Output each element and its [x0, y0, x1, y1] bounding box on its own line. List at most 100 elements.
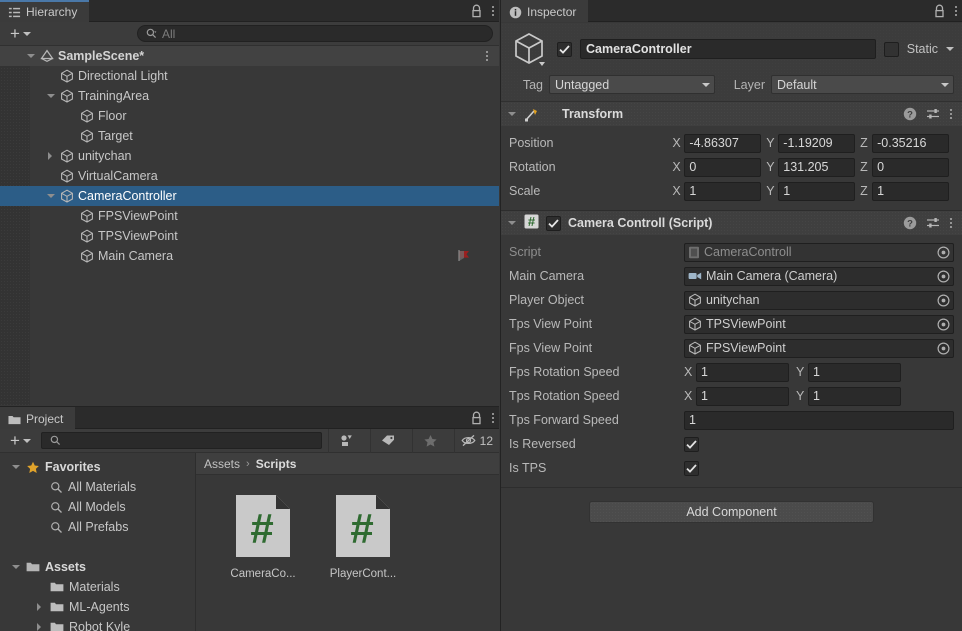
tab-project[interactable]: Project	[0, 407, 76, 429]
tag-dropdown[interactable]: Untagged	[549, 75, 715, 94]
asset-type-filter-button[interactable]	[327, 428, 364, 453]
layer-dropdown[interactable]: Default	[771, 75, 954, 94]
project-tree-row[interactable]: Materials	[0, 577, 195, 597]
favorite-filter-button[interactable]	[411, 428, 448, 453]
breadcrumb-current[interactable]: Scripts	[256, 457, 297, 471]
transform-y-input[interactable]: 1	[778, 181, 856, 201]
project-tree-row[interactable]: Assets	[0, 557, 195, 577]
object-picker-icon[interactable]	[937, 245, 950, 259]
bool-field-checkbox[interactable]	[684, 436, 699, 452]
transform-x-input[interactable]: 1	[684, 181, 762, 201]
preset-icon[interactable]	[926, 216, 940, 230]
hierarchy-row[interactable]: FPSViewPoint	[0, 206, 499, 226]
project-tree-row[interactable]: All Models	[0, 497, 195, 517]
hierarchy-row[interactable]: Floor	[0, 106, 499, 126]
foldout-expanded-icon[interactable]	[11, 462, 21, 472]
transform-y-input[interactable]: 131.205	[778, 157, 856, 177]
hierarchy-row[interactable]: Directional Light	[0, 66, 499, 86]
object-field-input[interactable]: TPSViewPoint	[684, 314, 954, 334]
hierarchy-menu-icon[interactable]	[491, 4, 495, 18]
create-asset-button[interactable]: +	[6, 432, 35, 450]
hierarchy-row[interactable]: VirtualCamera	[0, 166, 499, 186]
transform-z-input[interactable]: 0	[872, 157, 949, 177]
hierarchy-row[interactable]: TrainingArea	[0, 86, 499, 106]
object-field-input[interactable]: unitychan	[684, 290, 954, 310]
asset-item[interactable]: # CameraCo...	[224, 493, 302, 580]
static-checkbox[interactable]	[883, 41, 899, 57]
camera-controll-header[interactable]: # Camera Controll (Script) ?	[501, 211, 962, 235]
bool-field-checkbox[interactable]	[684, 460, 699, 476]
transform-x-input[interactable]: 0	[684, 157, 762, 177]
project-tree-row[interactable]: All Prefabs	[0, 517, 195, 537]
folder-open-icon	[26, 562, 40, 572]
foldout-expanded-icon[interactable]	[11, 562, 21, 572]
object-picker-icon[interactable]	[937, 293, 950, 307]
add-component-button[interactable]: Add Component	[589, 501, 874, 523]
transform-header[interactable]: Transform ?	[501, 102, 962, 126]
hidden-assets-count[interactable]: 12	[453, 428, 499, 453]
foldout-expanded-icon[interactable]	[26, 51, 36, 61]
help-icon[interactable]: ?	[903, 216, 917, 230]
lock-icon[interactable]	[470, 411, 483, 425]
scene-menu-icon[interactable]	[485, 49, 489, 63]
vector2-y-input[interactable]: 1	[808, 386, 901, 406]
gameobject-name-input[interactable]: CameraController	[580, 39, 876, 59]
vector2-x-value: 1	[701, 389, 708, 403]
object-field-input[interactable]: Main Camera (Camera)	[684, 266, 954, 286]
hierarchy-row-label: TPSViewPoint	[98, 229, 178, 243]
object-field-input[interactable]: CameraControll	[684, 242, 954, 262]
gameobject-enabled-checkbox[interactable]	[557, 41, 572, 57]
static-dropdown-icon[interactable]	[946, 47, 954, 51]
foldout-expanded-icon[interactable]	[46, 191, 56, 201]
object-picker-icon[interactable]	[937, 269, 950, 283]
foldout-collapsed-icon[interactable]	[35, 622, 45, 631]
hierarchy-row[interactable]: Main Camera	[0, 246, 499, 266]
script-foldout-icon[interactable]	[507, 218, 517, 228]
foldout-expanded-icon[interactable]	[46, 91, 56, 101]
vector2-x-input[interactable]: 1	[696, 362, 789, 382]
object-picker-icon[interactable]	[937, 317, 950, 331]
vector2-x-input[interactable]: 1	[696, 386, 789, 406]
project-tree-row[interactable]: Robot Kyle	[0, 617, 195, 631]
object-field-label: Player Object	[509, 293, 585, 307]
hierarchy-row-selected[interactable]: CameraController	[0, 186, 499, 206]
transform-foldout-icon[interactable]	[507, 109, 517, 119]
transform-x-input[interactable]: -4.86307	[684, 133, 762, 153]
preset-icon[interactable]	[926, 107, 940, 121]
hierarchy-row[interactable]: Target	[0, 126, 499, 146]
object-picker-icon[interactable]	[937, 341, 950, 355]
camera-controll-title: Camera Controll (Script)	[568, 216, 713, 230]
hierarchy-row[interactable]: unitychan	[0, 146, 499, 166]
tab-inspector[interactable]: Inspector	[501, 0, 589, 22]
project-tree-row[interactable]: ML-Agents	[0, 597, 195, 617]
label-filter-button[interactable]	[369, 428, 406, 453]
transform-z-input[interactable]: -0.35216	[872, 133, 949, 153]
transform-y-input[interactable]: -1.19209	[778, 133, 856, 153]
foldout-collapsed-icon[interactable]	[46, 151, 56, 161]
help-icon[interactable]: ?	[903, 107, 917, 121]
project-tree-row[interactable]: All Materials	[0, 477, 195, 497]
script-menu-icon[interactable]	[949, 216, 953, 230]
tab-hierarchy[interactable]: Hierarchy	[0, 0, 90, 22]
script-enabled-checkbox[interactable]	[546, 215, 561, 231]
breadcrumb-root[interactable]: Assets	[204, 457, 240, 471]
transform-menu-icon[interactable]	[949, 107, 953, 121]
inspector-menu-icon[interactable]	[954, 4, 958, 18]
float-field-input[interactable]: 1	[684, 410, 954, 430]
project-search-input[interactable]	[40, 432, 322, 449]
project-menu-icon[interactable]	[491, 411, 495, 425]
foldout-collapsed-icon[interactable]	[35, 602, 45, 612]
transform-z-input[interactable]: 1	[872, 181, 949, 201]
hierarchy-row[interactable]: TPSViewPoint	[0, 226, 499, 246]
create-object-button[interactable]: +	[6, 25, 35, 43]
lock-icon[interactable]	[933, 4, 946, 18]
asset-item[interactable]: # PlayerCont...	[324, 493, 402, 580]
hierarchy-row[interactable]: SampleScene*	[0, 46, 499, 66]
object-field-value: Main Camera (Camera)	[706, 269, 838, 283]
axis-label-y: Y	[796, 365, 805, 379]
object-field-input[interactable]: FPSViewPoint	[684, 338, 954, 358]
lock-icon[interactable]	[470, 4, 483, 18]
hierarchy-search-input[interactable]: All	[136, 25, 493, 42]
vector2-y-input[interactable]: 1	[808, 362, 901, 382]
project-tree-row[interactable]: Favorites	[0, 457, 195, 477]
